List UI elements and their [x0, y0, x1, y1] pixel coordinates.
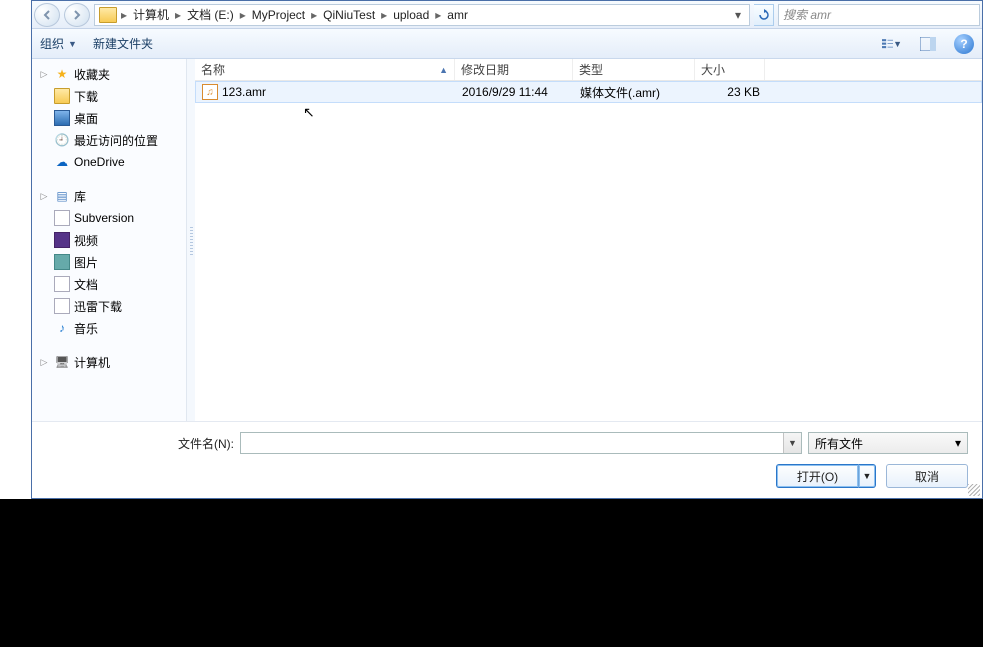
breadcrumb[interactable]: ▸ 计算机 ▸ 文档 (E:) ▸ MyProject ▸ QiNiuTest … [94, 4, 750, 26]
chevron-down-icon[interactable]: ▾ [735, 8, 747, 22]
star-icon: ★ [54, 66, 70, 82]
folder-icon [54, 88, 70, 104]
chevron-down-icon: ▼ [68, 39, 77, 49]
chevron-right-icon: ▸ [173, 8, 183, 22]
computer-icon: 🖥 [54, 354, 70, 370]
file-row[interactable]: ♫ 123.amr 2016/9/29 11:44 媒体文件(.amr) 23 … [195, 81, 982, 103]
background-right [983, 0, 999, 647]
open-button[interactable]: 打开(O) [776, 464, 858, 488]
expand-icon[interactable]: ▷ [38, 356, 50, 368]
background-below [0, 499, 983, 647]
tree-computer[interactable]: ▷ 🖥 计算机 [32, 351, 186, 373]
filename-input-wrapper: ▼ [240, 432, 802, 454]
address-bar: ▸ 计算机 ▸ 文档 (E:) ▸ MyProject ▸ QiNiuTest … [32, 1, 982, 29]
file-name: 123.amr [222, 85, 266, 99]
tree-music[interactable]: ♪ 音乐 [32, 317, 186, 339]
cancel-button[interactable]: 取消 [886, 464, 968, 488]
file-type: 媒体文件(.amr) [574, 84, 696, 101]
breadcrumb-item[interactable]: upload [389, 8, 433, 22]
chevron-down-icon: ▼ [893, 39, 902, 49]
tree-documents[interactable]: 文档 [32, 273, 186, 295]
tree-onedrive[interactable]: ☁ OneDrive [32, 151, 186, 173]
audio-file-icon: ♫ [202, 84, 218, 100]
file-modified: 2016/9/29 11:44 [456, 85, 574, 99]
refresh-button[interactable] [754, 4, 774, 26]
column-modified[interactable]: 修改日期 [455, 59, 573, 80]
view-list-icon [882, 37, 893, 51]
view-options-button[interactable]: ▼ [882, 34, 902, 54]
file-type-filter[interactable]: 所有文件 ▾ [808, 432, 968, 454]
column-size[interactable]: 大小 [695, 59, 765, 80]
cloud-icon: ☁ [54, 154, 70, 170]
expand-icon[interactable]: ▷ [38, 68, 50, 80]
sort-asc-icon: ▲ [439, 65, 448, 75]
nav-forward-button[interactable] [64, 3, 90, 27]
tree-desktop[interactable]: 桌面 [32, 107, 186, 129]
recent-icon: 🕘 [54, 132, 70, 148]
chevron-right-icon: ▸ [433, 8, 443, 22]
filename-history-dropdown[interactable]: ▼ [783, 433, 801, 453]
refresh-icon [758, 9, 770, 21]
help-button[interactable]: ? [954, 34, 974, 54]
folder-icon [99, 7, 117, 23]
music-icon: ♪ [54, 320, 70, 336]
dialog-body: ▷ ★ 收藏夹 下载 桌面 🕘 最近访问的位置 ☁ [32, 59, 982, 421]
column-type[interactable]: 类型 [573, 59, 695, 80]
tree-library[interactable]: ▷ ▤ 库 [32, 185, 186, 207]
column-headers: 名称 ▲ 修改日期 类型 大小 [195, 59, 982, 81]
desktop-icon [54, 110, 70, 126]
preview-pane-icon [920, 37, 936, 51]
tree-video[interactable]: 视频 [32, 229, 186, 251]
search-input[interactable]: 搜索 amr [778, 4, 980, 26]
preview-pane-button[interactable] [918, 34, 938, 54]
chevron-right-icon: ▸ [309, 8, 319, 22]
tree-pictures[interactable]: 图片 [32, 251, 186, 273]
sidebar-splitter[interactable] [187, 59, 195, 421]
picture-icon [54, 254, 70, 270]
chevron-down-icon: ▾ [955, 436, 961, 450]
arrow-left-icon [41, 9, 53, 21]
file-open-dialog: ▸ 计算机 ▸ 文档 (E:) ▸ MyProject ▸ QiNiuTest … [31, 0, 983, 499]
tree-favorites[interactable]: ▷ ★ 收藏夹 [32, 63, 186, 85]
expand-icon[interactable]: ▷ [38, 190, 50, 202]
library-icon: ▤ [54, 188, 70, 204]
breadcrumb-item[interactable]: 文档 (E:) [183, 6, 238, 23]
cursor-icon: ↖ [303, 104, 315, 121]
breadcrumb-item[interactable]: 计算机 [129, 6, 173, 23]
chevron-right-icon: ▸ [238, 8, 248, 22]
nav-back-button[interactable] [34, 3, 60, 27]
svn-icon [54, 210, 70, 226]
organize-menu[interactable]: 组织 ▼ [40, 35, 77, 52]
new-folder-button[interactable]: 新建文件夹 [93, 35, 153, 52]
open-button-dropdown[interactable]: ▼ [858, 464, 876, 488]
breadcrumb-item[interactable]: QiNiuTest [319, 8, 379, 22]
breadcrumb-item[interactable]: MyProject [248, 8, 309, 22]
tree-downloads[interactable]: 下载 [32, 85, 186, 107]
toolbar: 组织 ▼ 新建文件夹 ▼ ? [32, 29, 982, 59]
tree-xunlei[interactable]: 迅雷下载 [32, 295, 186, 317]
download-icon [54, 298, 70, 314]
video-icon [54, 232, 70, 248]
file-size: 23 KB [696, 85, 766, 99]
chevron-right-icon: ▸ [119, 8, 129, 22]
dialog-footer: 文件名(N): ▼ 所有文件 ▾ 打开(O) ▼ 取消 [32, 421, 982, 498]
tree-subversion[interactable]: Subversion [32, 207, 186, 229]
navigation-tree: ▷ ★ 收藏夹 下载 桌面 🕘 最近访问的位置 ☁ [32, 59, 187, 421]
document-icon [54, 276, 70, 292]
file-list-pane: 名称 ▲ 修改日期 类型 大小 ♫ 123 [195, 59, 982, 421]
breadcrumb-item[interactable]: amr [443, 8, 472, 22]
chevron-right-icon: ▸ [379, 8, 389, 22]
search-placeholder: 搜索 amr [783, 6, 831, 23]
column-name[interactable]: 名称 ▲ [195, 59, 455, 80]
filename-input[interactable] [241, 436, 783, 450]
tree-recent[interactable]: 🕘 最近访问的位置 [32, 129, 186, 151]
arrow-right-icon [71, 9, 83, 21]
help-icon: ? [960, 37, 967, 51]
filename-label: 文件名(N): [178, 435, 234, 452]
resize-grip[interactable] [968, 484, 980, 496]
